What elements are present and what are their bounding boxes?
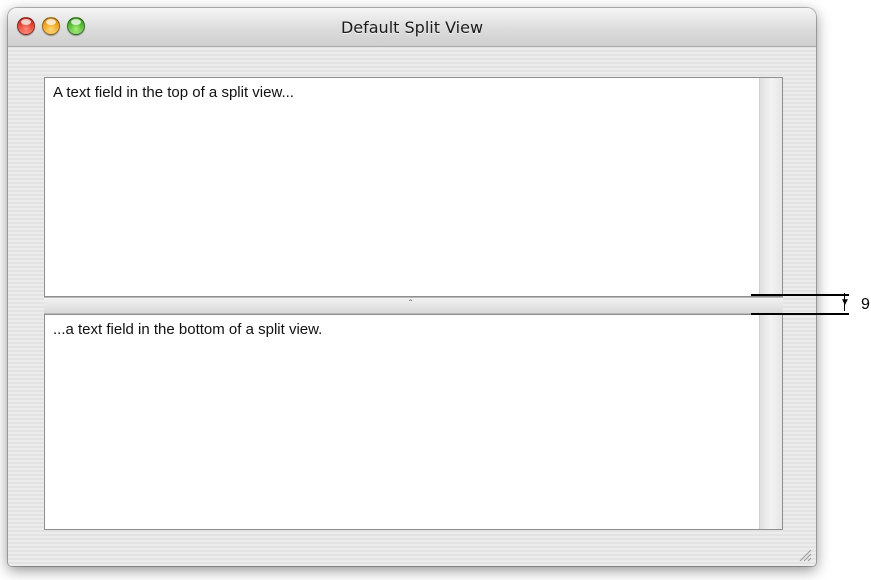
title-bar[interactable]: Default Split View — [8, 8, 816, 47]
top-text-field-content: A text field in the top of a split view.… — [53, 84, 294, 101]
window-title: Default Split View — [340, 18, 484, 37]
annotation-line-bottom — [751, 313, 849, 315]
resize-grip-icon[interactable] — [798, 548, 812, 562]
bottom-text-field-content: ...a text field in the bottom of a split… — [53, 321, 323, 338]
bottom-text-field[interactable]: ...a text field in the bottom of a split… — [44, 314, 783, 530]
split-view: A text field in the top of a split view.… — [44, 77, 783, 530]
divider-dimple-icon: ˆ — [409, 299, 413, 310]
top-text-field[interactable]: A text field in the top of a split view.… — [44, 77, 783, 297]
screenshot-stage: Default Split View A text field in the t… — [0, 0, 871, 580]
top-scrollbar[interactable] — [759, 78, 782, 296]
annotation-line-top — [751, 294, 849, 296]
bottom-scrollbar[interactable] — [759, 315, 782, 529]
app-window: Default Split View A text field in the t… — [8, 8, 816, 566]
annotation-label: 9 — [861, 296, 870, 313]
split-divider[interactable]: ˆ — [44, 297, 783, 314]
annotation-arrow-icon: ▼ — [840, 297, 850, 308]
